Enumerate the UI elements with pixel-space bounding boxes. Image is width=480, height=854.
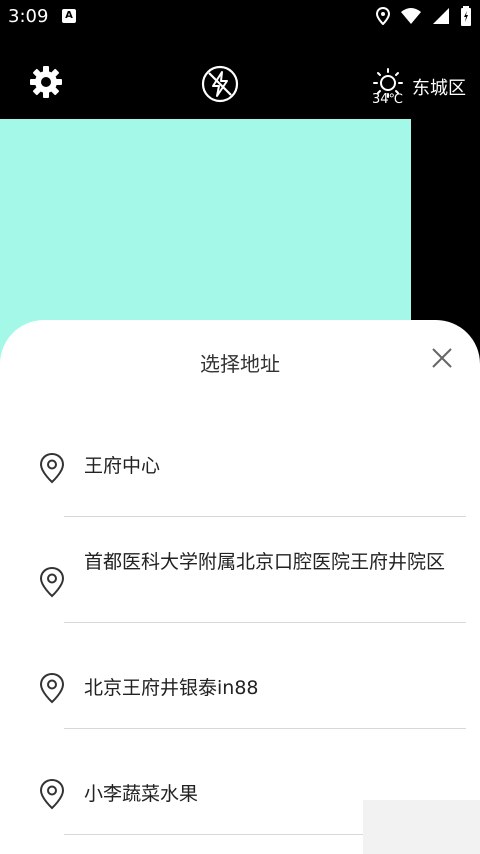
address-item[interactable]: 首都医科大学附属北京口腔医院王府井院区 — [0, 516, 480, 623]
weather-temperature: 34℃ — [372, 92, 404, 107]
address-bottom-sheet: 选择地址 王府中心 首都医科大学附属北京口腔医院王府井院区 北京王府井银泰in8… — [0, 320, 480, 854]
status-bar: 3:09 A — [0, 0, 480, 34]
district-label[interactable]: 东城区 — [412, 74, 466, 100]
close-icon[interactable] — [430, 346, 454, 370]
sheet-title: 选择地址 — [200, 352, 280, 376]
address-label: 首都医科大学附属北京口腔医院王府井院区 — [84, 551, 446, 573]
address-list: 王府中心 首都医科大学附属北京口腔医院王府井院区 北京王府井银泰in88 小李蔬… — [0, 410, 480, 835]
status-icons — [376, 5, 472, 27]
location-icon — [376, 7, 390, 25]
battery-icon — [461, 6, 471, 26]
wifi-icon — [401, 8, 421, 24]
address-label: 王府中心 — [84, 455, 161, 477]
map-pin-icon — [39, 778, 65, 810]
address-item[interactable]: 北京王府井银泰in88 — [0, 622, 480, 729]
gear-icon[interactable] — [28, 64, 64, 100]
camera-toolbar: 34℃ 东城区 — [0, 34, 480, 120]
app-notification-icon: A — [62, 9, 76, 23]
signal-icon — [433, 8, 449, 24]
status-time: 3:09 — [8, 6, 49, 27]
address-item[interactable]: 王府中心 — [0, 410, 480, 517]
flash-off-icon[interactable] — [200, 64, 240, 104]
map-pin-icon — [39, 566, 65, 598]
map-pin-icon — [39, 672, 65, 704]
map-pin-icon — [39, 452, 65, 484]
address-label: 北京王府井银泰in88 — [84, 677, 259, 699]
floating-thumbnail — [363, 800, 480, 854]
